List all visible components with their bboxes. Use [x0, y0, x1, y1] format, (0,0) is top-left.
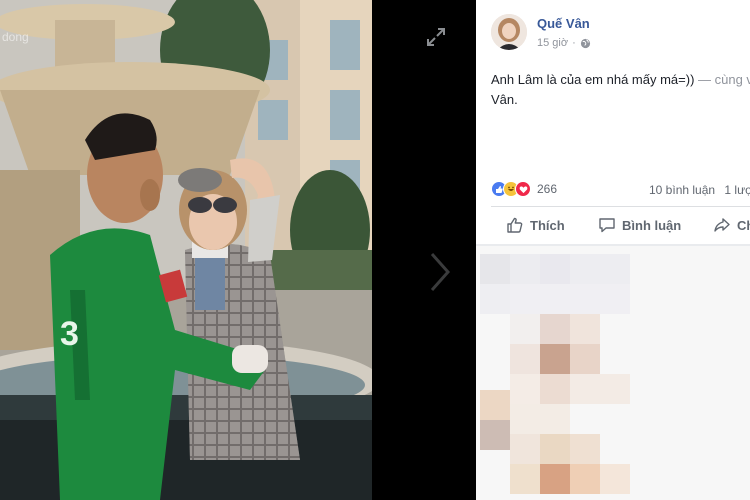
post-timestamp[interactable]: 15 giờ · — [537, 37, 591, 49]
photo-illustration: 3 — [0, 0, 372, 500]
like-button[interactable]: Thích — [506, 216, 598, 234]
post-photo[interactable]: 3 dong — [0, 0, 372, 500]
globe-icon — [580, 38, 590, 48]
post-panel: Quế Vân 15 giờ · Anh Lâm là của em nhá m… — [476, 0, 750, 500]
comments-count[interactable]: 10 bình luận — [649, 183, 715, 197]
svg-text:3: 3 — [60, 315, 79, 353]
engagement-counts: 10 bình luận 1 lượ — [649, 183, 750, 197]
tagged-with-text[interactable]: — cùng v — [694, 72, 750, 87]
post-message-continuation: Vân. — [491, 92, 518, 107]
photo-viewer: 3 dong — [0, 0, 476, 500]
post-time-text: 15 giờ — [537, 37, 569, 49]
photo-watermark: dong — [2, 30, 29, 44]
love-reaction-icon — [515, 181, 531, 197]
comment-button[interactable]: Bình luận — [598, 216, 713, 234]
share-button-label: Ch — [737, 217, 750, 233]
reactions-summary[interactable]: 266 — [491, 181, 557, 197]
expand-icon[interactable] — [425, 26, 447, 48]
share-icon — [714, 218, 730, 232]
post-message: Anh Lâm là của em nhá mấy má=)) — [491, 72, 695, 87]
post-actions: Thích Bình luận Ch — [506, 216, 750, 234]
thumbs-up-icon — [507, 217, 523, 233]
comment-icon — [599, 218, 615, 233]
share-button[interactable]: Ch — [713, 216, 750, 234]
pixelated-content — [476, 246, 750, 500]
reaction-count: 266 — [537, 182, 558, 196]
post-text: Anh Lâm là của em nhá mấy má=)) — cùng v… — [491, 70, 750, 110]
like-button-label: Thích — [530, 217, 565, 233]
comment-button-label: Bình luận — [622, 217, 682, 233]
divider — [491, 206, 750, 207]
avatar[interactable] — [491, 14, 527, 50]
shares-count[interactable]: 1 lượ — [724, 183, 750, 197]
blurred-comments-area — [476, 246, 750, 500]
privacy-separator: · — [572, 37, 576, 49]
chevron-right-icon[interactable] — [428, 250, 452, 294]
avatar-image — [491, 14, 527, 50]
author-name[interactable]: Quế Vân — [537, 16, 590, 31]
